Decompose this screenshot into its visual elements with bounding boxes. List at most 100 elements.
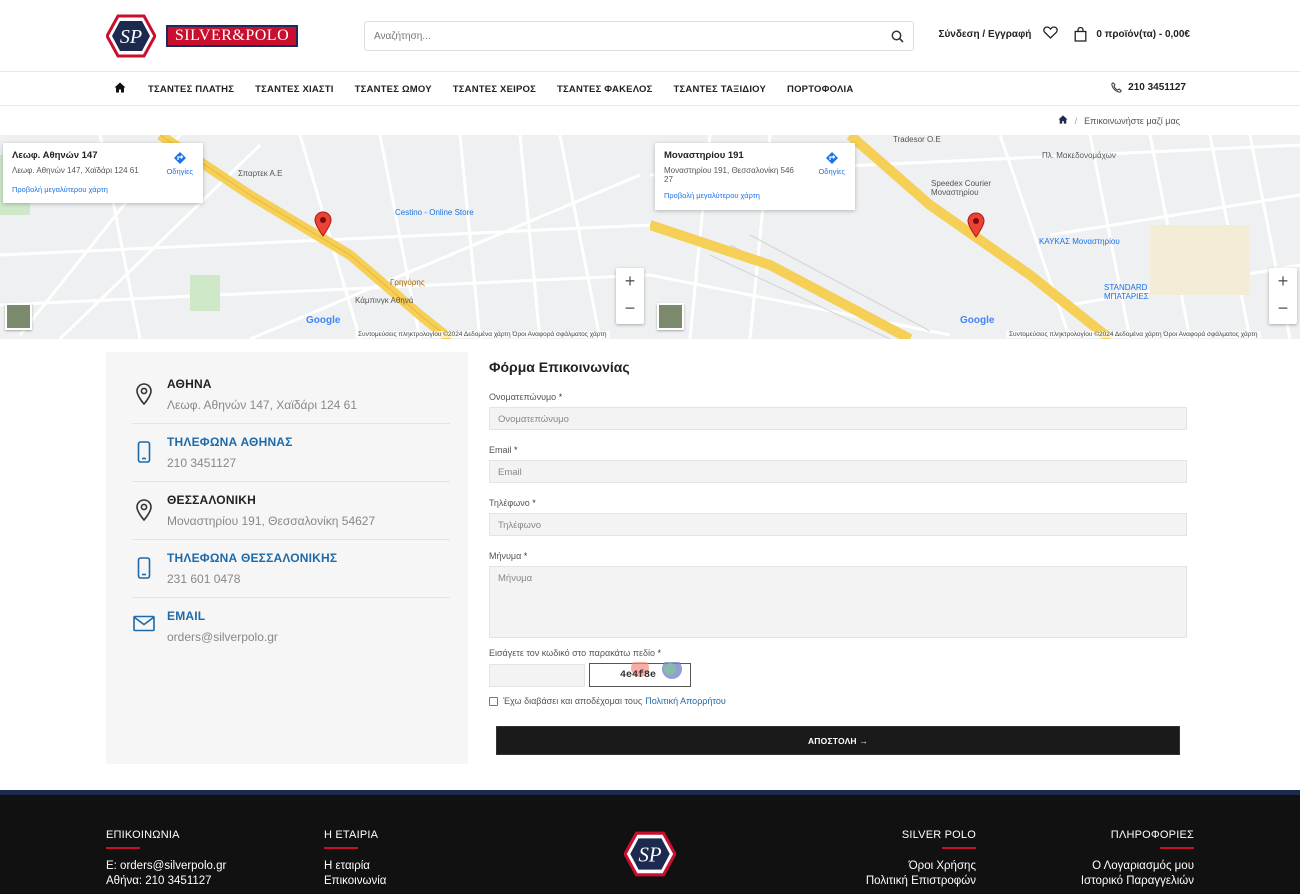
submit-button[interactable]: ΑΠΟΣΤΟΛΗ → [496, 726, 1180, 755]
footer-link[interactable]: Ο Λογαριασμός μου [1081, 860, 1194, 872]
map-athens-label-2: Cestino - Online Store [395, 208, 474, 217]
footer-link[interactable]: E: orders@silverpolo.gr [106, 860, 226, 872]
footer-link[interactable]: Ιστορικό Παραγγελιών [1081, 875, 1194, 887]
google-logo: Google [306, 315, 341, 326]
captcha-row: 4e4f8e [489, 662, 1187, 687]
nav-item-wallets[interactable]: ΠΟΡΤΟΦΟΛΙΑ [787, 84, 853, 95]
contact-item-title: EMAIL [167, 609, 206, 623]
main-nav: ΤΣΑΝΤΕΣ ΠΛΑΤΗΣ ΤΣΑΝΤΕΣ ΧΙΑΣΤΙ ΤΣΑΝΤΕΣ ΩΜ… [0, 72, 1300, 106]
footer-link[interactable]: Αθήνα: 210 3451127 [106, 875, 226, 887]
footer-link[interactable]: Όροι Χρήσης [866, 860, 976, 872]
home-icon[interactable] [114, 82, 126, 96]
captcha-code: 4e4f8e [620, 669, 657, 681]
map-thessaloniki[interactable]: Μοναστηρίου 191 Μοναστηρίου 191, Θεσσαλο… [650, 135, 1300, 339]
map-athens-directions[interactable]: Οδηγίες [166, 151, 193, 176]
search-bar[interactable] [364, 21, 914, 51]
header-phone[interactable]: 210 3451127 [1111, 82, 1186, 93]
name-label: Ονοματεπώνυμο * [489, 392, 563, 402]
search-input[interactable] [365, 30, 881, 42]
contact-info-panel: ΑΘΗΝΑ Λεωφ. Αθηνών 147, Χαϊδάρι 124 61 ΤΗ… [106, 352, 468, 764]
message-textarea[interactable]: Μήνυμα [489, 566, 1187, 638]
map-athens-label-3: Γρηγόρης [390, 278, 425, 287]
contact-item-value[interactable]: 231 601 0478 [167, 572, 337, 586]
map-athens-larger-link[interactable]: Προβολή μεγαλύτερου χάρτη [12, 185, 194, 194]
message-label: Μήνυμα * [489, 551, 528, 561]
email-field[interactable]: Email [489, 460, 1187, 483]
privacy-agree-row: Έχω διαβάσει και αποδέχομαι τους Πολιτικ… [489, 696, 1187, 706]
footer-col-title: Η ΕΤΑΙΡΙΑ [324, 829, 386, 849]
contact-content: ΑΘΗΝΑ Λεωφ. Αθηνών 147, Χαϊδάρι 124 61 ΤΗ… [0, 339, 1300, 791]
breadcrumb-home-icon[interactable] [1058, 115, 1068, 126]
brand-wordmark: SILVER&POLO [166, 25, 298, 47]
contact-item-value[interactable]: orders@silverpolo.gr [167, 630, 278, 644]
zoom-out-icon[interactable]: − [616, 295, 644, 322]
maps-section: Λεωφ. Αθηνών 147 Λεωφ. Αθηνών 147, Χαϊδά… [0, 135, 1300, 339]
footer-col-title: SILVER POLO [866, 829, 977, 849]
nav-item-travel[interactable]: ΤΣΑΝΤΕΣ ΤΑΞΙΔΙΟΥ [673, 84, 766, 95]
contact-item-title: ΑΘΗΝΑ [167, 377, 212, 391]
nav-item-crossbody[interactable]: ΤΣΑΝΤΕΣ ΧΙΑΣΤΙ [255, 84, 334, 95]
zoom-in-icon[interactable]: + [1269, 268, 1297, 295]
privacy-policy-link[interactable]: Πολιτική Απορρήτου [645, 696, 726, 706]
directions-icon [173, 152, 186, 164]
privacy-agree-text: Έχω διαβάσει και αποδέχομαι τους [503, 696, 643, 706]
map-thessaloniki-directions[interactable]: Οδηγίες [818, 151, 845, 176]
footer-link[interactable]: Επικοινωνία [324, 875, 386, 887]
directions-icon [825, 152, 838, 164]
location-pin-icon [132, 377, 156, 405]
zoom-out-icon[interactable]: − [1269, 295, 1297, 322]
contact-item-thessaloniki: ΘΕΣΣΑΛΟΝΙΚΗ Μοναστηρίου 191, Θεσσαλονίκη … [132, 482, 450, 540]
map-marker-icon[interactable] [967, 212, 985, 238]
map-thessaloniki-label-3: ΚΑΥΚΑΣ Μοναστηρίου [1039, 237, 1120, 246]
cart-summary: 0 προϊόν(τα) - 0,00€ [1096, 28, 1190, 40]
nav-item-backpacks[interactable]: ΤΣΑΝΤΕΣ ΠΛΑΤΗΣ [148, 84, 234, 95]
site-footer: ΕΠΙΚΟΙΝΩΝΙΑ E: orders@silverpolo.gr Αθήν… [0, 790, 1300, 894]
map-thessaloniki-zoom[interactable]: + − [1269, 268, 1297, 324]
nav-item-shoulder[interactable]: ΤΣΑΝΤΕΣ ΩΜΟΥ [355, 84, 432, 95]
map-thessaloniki-label-1: Tradesor O.E [893, 135, 941, 144]
breadcrumb-separator: / [1074, 115, 1078, 126]
map-athens-infocard: Λεωφ. Αθηνών 147 Λεωφ. Αθηνών 147, Χαϊδά… [3, 143, 203, 203]
site-logo[interactable]: SP SILVER&POLO [106, 14, 298, 58]
captcha-image: 4e4f8e [589, 662, 691, 687]
footer-logo[interactable]: SP [623, 831, 677, 882]
map-thessaloniki-satellite-toggle[interactable] [657, 303, 684, 330]
contact-item-title: ΤΗΛΕΦΩΝΑ ΑΘΗΝΑΣ [167, 435, 293, 449]
map-thessaloniki-footer: Συντομεύσεις πληκτρολογίου ©2024 Δεδομέν… [1006, 331, 1261, 338]
map-thessaloniki-larger-link[interactable]: Προβολή μεγαλύτερου χάρτη [664, 191, 846, 200]
contact-form: Φόρμα Επικοινωνίας Ονοματεπώνυμο * Ονομα… [489, 359, 1187, 755]
search-icon[interactable] [881, 30, 913, 43]
footer-col-title: ΠΛΗΡΟΦΟΡΙΕΣ [1081, 829, 1195, 849]
contact-item-title: ΤΗΛΕΦΩΝΑ ΘΕΣΣΑΛΟΝΙΚΗΣ [167, 551, 338, 565]
contact-item-title: ΘΕΣΣΑΛΟΝΙΚΗ [167, 493, 256, 507]
brand-text: SILVER&POLO [174, 27, 290, 44]
header-actions: Σύνδεση / Εγγραφή 0 προϊόν(τα) - 0,00€ [938, 26, 1190, 42]
nav-item-clutches[interactable]: ΤΣΑΝΤΕΣ ΦΑΚΕΛΟΣ [557, 84, 652, 95]
header-phone-number: 210 3451127 [1128, 82, 1186, 93]
breadcrumb: / Επικοινωνήστε μαζί μας [0, 106, 1300, 135]
map-marker-icon[interactable] [314, 211, 332, 237]
nav-item-handbags[interactable]: ΤΣΑΝΤΕΣ ΧΕΙΡΟΣ [453, 84, 536, 95]
name-field[interactable]: Ονοματεπώνυμο [489, 407, 1187, 430]
phone-label: Τηλέφωνο * [489, 498, 536, 508]
zoom-in-icon[interactable]: + [616, 268, 644, 295]
phone-field[interactable]: Τηλέφωνο [489, 513, 1187, 536]
phone-icon [1111, 82, 1123, 93]
map-thessaloniki-label-5: Πλ. Μακεδονομάχων [1042, 151, 1116, 160]
captcha-input[interactable] [489, 663, 585, 687]
footer-link[interactable]: Η εταιρία [324, 860, 386, 872]
cart-button[interactable]: 0 προϊόν(τα) - 0,00€ [1074, 26, 1190, 42]
logo-hex-icon: SP [106, 14, 156, 58]
login-register-link[interactable]: Σύνδεση / Εγγραφή [938, 29, 1031, 40]
contact-item-value: Μοναστηρίου 191, Θεσσαλονίκη 54627 [167, 514, 376, 528]
wishlist-heart-icon[interactable] [1043, 26, 1059, 42]
breadcrumb-current: Επικοινωνήστε μαζί μας [1084, 115, 1180, 126]
contact-item-value[interactable]: 210 3451127 [167, 456, 293, 470]
map-athens-satellite-toggle[interactable] [5, 303, 32, 330]
google-logo: Google [960, 315, 995, 326]
map-athens[interactable]: Λεωφ. Αθηνών 147 Λεωφ. Αθηνών 147, Χαϊδά… [0, 135, 650, 339]
map-athens-zoom[interactable]: + − [616, 268, 644, 324]
privacy-checkbox[interactable] [489, 696, 498, 706]
email-label: Email * [489, 445, 518, 455]
footer-link[interactable]: Πολιτική Επιστροφών [866, 875, 976, 887]
